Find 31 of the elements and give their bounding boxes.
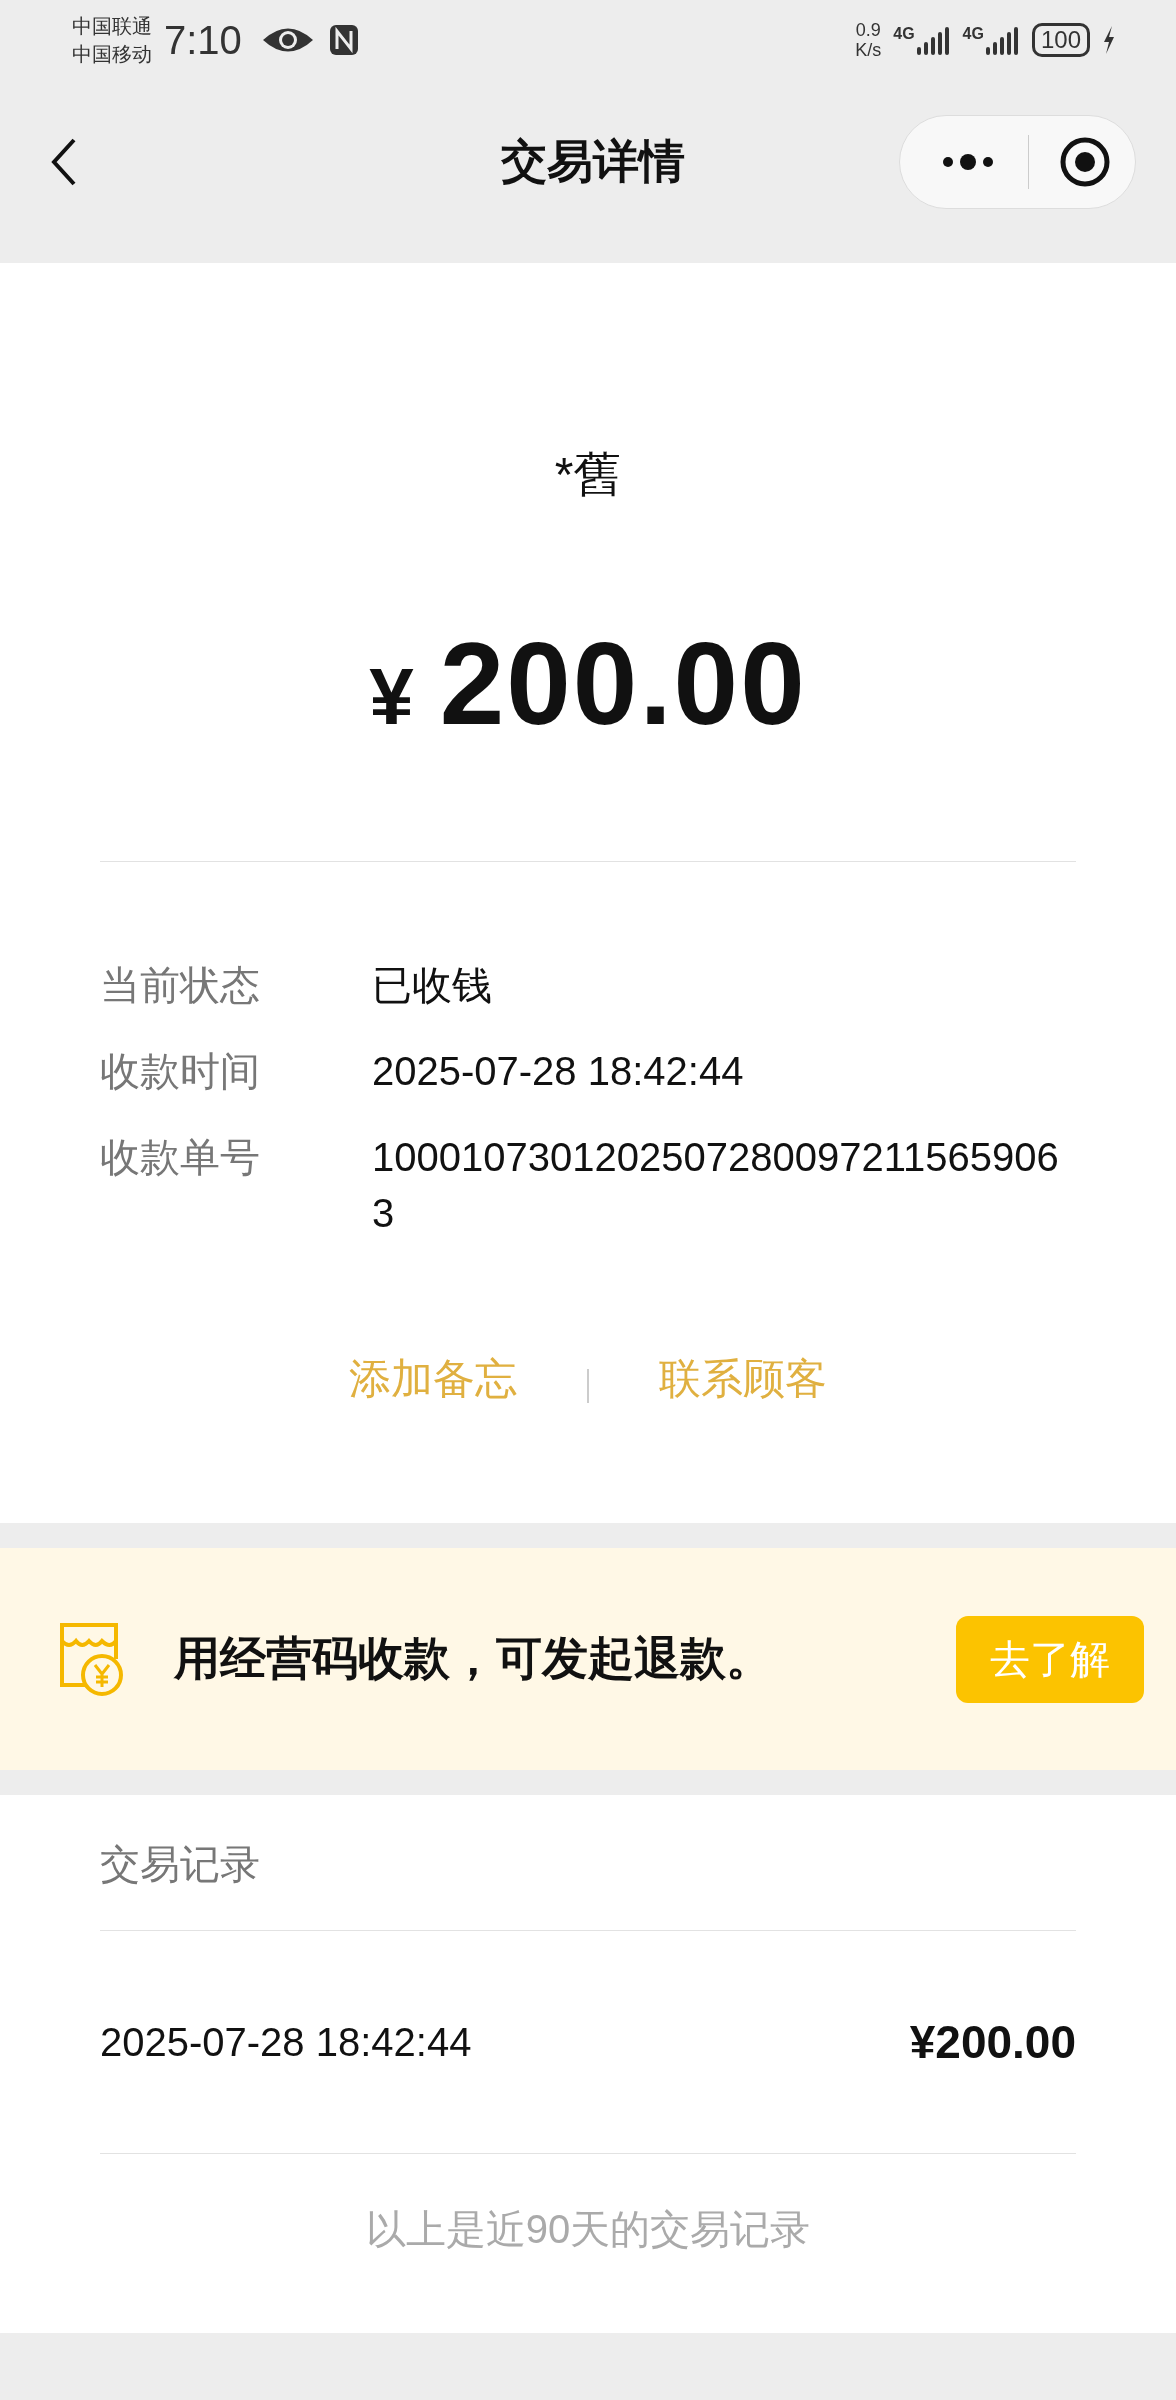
banner-text: 用经营码收款，可发起退款。 — [174, 1631, 773, 1686]
payer-name: *舊 — [553, 447, 623, 503]
detail-value: 已收钱 — [372, 962, 493, 1009]
record-time: 2025-07-28 18:42:44 — [100, 2019, 472, 2065]
detail-value: 10001073012025072800972115659063 — [372, 1134, 1060, 1237]
detail-label: 收款单号 — [100, 1134, 261, 1181]
records-footnote: 以上是近90天的交易记录 — [364, 2206, 812, 2253]
record-amount: ¥200.00 — [909, 2015, 1076, 2069]
charging-icon — [1102, 25, 1116, 55]
network-type: 4G — [962, 25, 984, 43]
network-speed-unit: K/s — [855, 40, 882, 60]
detail-label: 收款时间 — [100, 1048, 261, 1095]
action-link[interactable]: 联系顾客 — [659, 1351, 827, 1407]
signal-icon — [985, 25, 1020, 55]
page-title: 交易详情 — [501, 133, 685, 189]
amount-value: 200.00 — [439, 618, 807, 751]
close-target-icon[interactable] — [1059, 135, 1111, 188]
detail-value: 2025-07-28 18:42:44 — [372, 1048, 745, 1095]
learn-more-button[interactable]: 去了解 — [956, 1615, 1144, 1703]
signal-icon — [916, 25, 951, 55]
carrier-name: 中国移动 — [72, 42, 152, 67]
carrier-name: 中国联通 — [72, 14, 152, 39]
battery-level: 100 — [1031, 23, 1090, 57]
section-title: 交易记录 — [100, 1841, 261, 1888]
currency-symbol: ¥ — [369, 651, 414, 743]
detail-label: 当前状态 — [100, 962, 261, 1009]
network-type: 4G — [893, 25, 915, 43]
status-time: 7:10 — [164, 17, 242, 63]
action-link[interactable]: 添加备忘 — [349, 1351, 517, 1407]
nfc-icon — [327, 23, 360, 57]
network-speed: 0.9 — [855, 20, 881, 40]
